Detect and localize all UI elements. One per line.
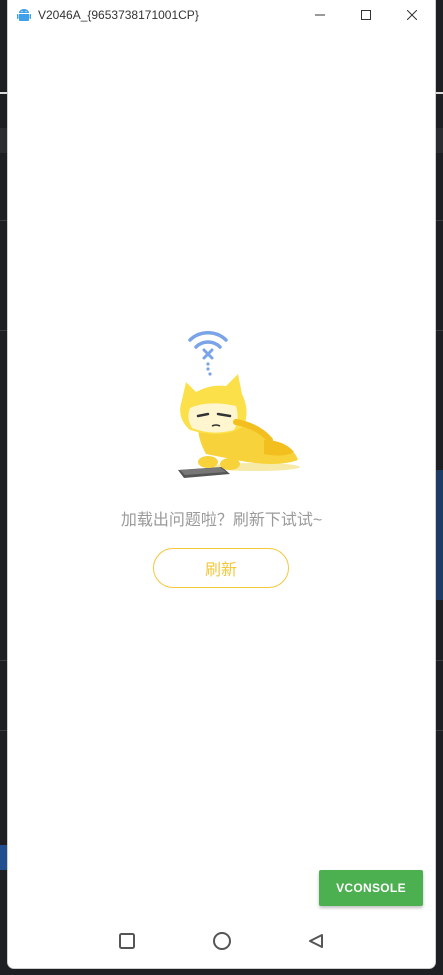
wifi-off-icon bbox=[188, 331, 228, 349]
triangle-back-icon bbox=[309, 934, 323, 948]
close-icon bbox=[407, 10, 417, 20]
recent-apps-button[interactable] bbox=[116, 930, 138, 952]
back-button[interactable] bbox=[305, 930, 327, 952]
square-nav-icon bbox=[119, 933, 135, 949]
offline-cat-illustration bbox=[178, 331, 300, 478]
android-icon bbox=[17, 9, 31, 21]
vconsole-button[interactable]: VCONSOLE bbox=[319, 870, 423, 906]
title-bar: V2046A_{9653738171001CP} bbox=[8, 0, 435, 30]
vconsole-label: VCONSOLE bbox=[336, 881, 406, 895]
maximize-icon bbox=[361, 10, 371, 20]
android-navigation-bar bbox=[8, 910, 435, 968]
error-message: 加载出问题啦？刷新下试试~ bbox=[120, 512, 323, 529]
minimize-icon bbox=[315, 14, 325, 16]
emulator-window: V2046A_{9653738171001CP} 加载出问题啦？刷新下试试~ 刷… bbox=[8, 0, 435, 968]
window-title: V2046A_{9653738171001CP} bbox=[38, 8, 199, 22]
circle-home-icon bbox=[213, 932, 231, 950]
close-button[interactable] bbox=[389, 0, 435, 30]
maximize-button[interactable] bbox=[343, 0, 389, 30]
refresh-button-label: 刷新 bbox=[204, 562, 237, 579]
home-button[interactable] bbox=[211, 930, 233, 952]
minimize-button[interactable] bbox=[297, 0, 343, 30]
refresh-button[interactable]: 刷新 bbox=[153, 548, 289, 588]
